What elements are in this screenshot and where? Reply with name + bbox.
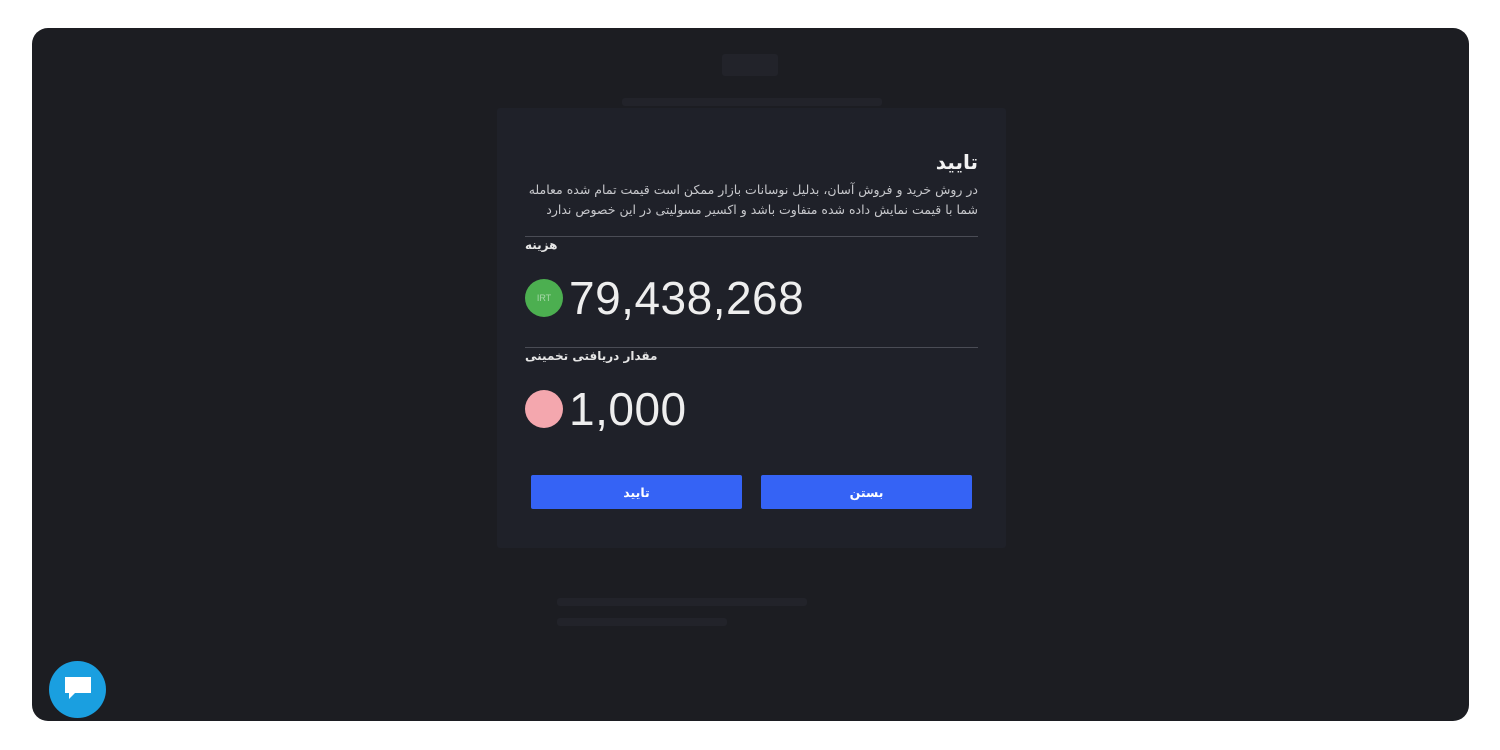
background-placeholder-title: [722, 54, 778, 76]
divider: [525, 236, 978, 237]
chat-bubble-icon: [63, 675, 93, 705]
receive-amount: 1,000: [569, 383, 687, 435]
background-placeholder-line: [557, 598, 807, 606]
divider: [525, 347, 978, 348]
estimated-receive-label: مقدار دریافتی تخمینی: [525, 349, 658, 363]
dialog-title: تایید: [935, 150, 978, 174]
dialog-description: در روش خرید و فروش آسان، بدلیل نوسانات ب…: [528, 182, 978, 217]
irt-currency-icon: IRT: [525, 279, 563, 317]
chat-button[interactable]: [49, 661, 106, 718]
confirm-button[interactable]: تایید: [531, 475, 742, 509]
cost-amount-row: IRT 79,438,268: [525, 268, 804, 328]
app-screen: تایید در روش خرید و فروش آسان، بدلیل نوس…: [32, 28, 1469, 721]
cost-label: هزینه: [525, 238, 558, 252]
background-placeholder-line: [557, 618, 727, 626]
receive-amount-row: 1,000: [525, 379, 687, 439]
cost-amount: 79,438,268: [569, 272, 805, 324]
background-placeholder-subtitle: [622, 98, 882, 106]
coin-icon: [525, 390, 563, 428]
close-button[interactable]: بستن: [761, 475, 972, 509]
confirm-dialog: تایید در روش خرید و فروش آسان، بدلیل نوس…: [497, 108, 1006, 548]
